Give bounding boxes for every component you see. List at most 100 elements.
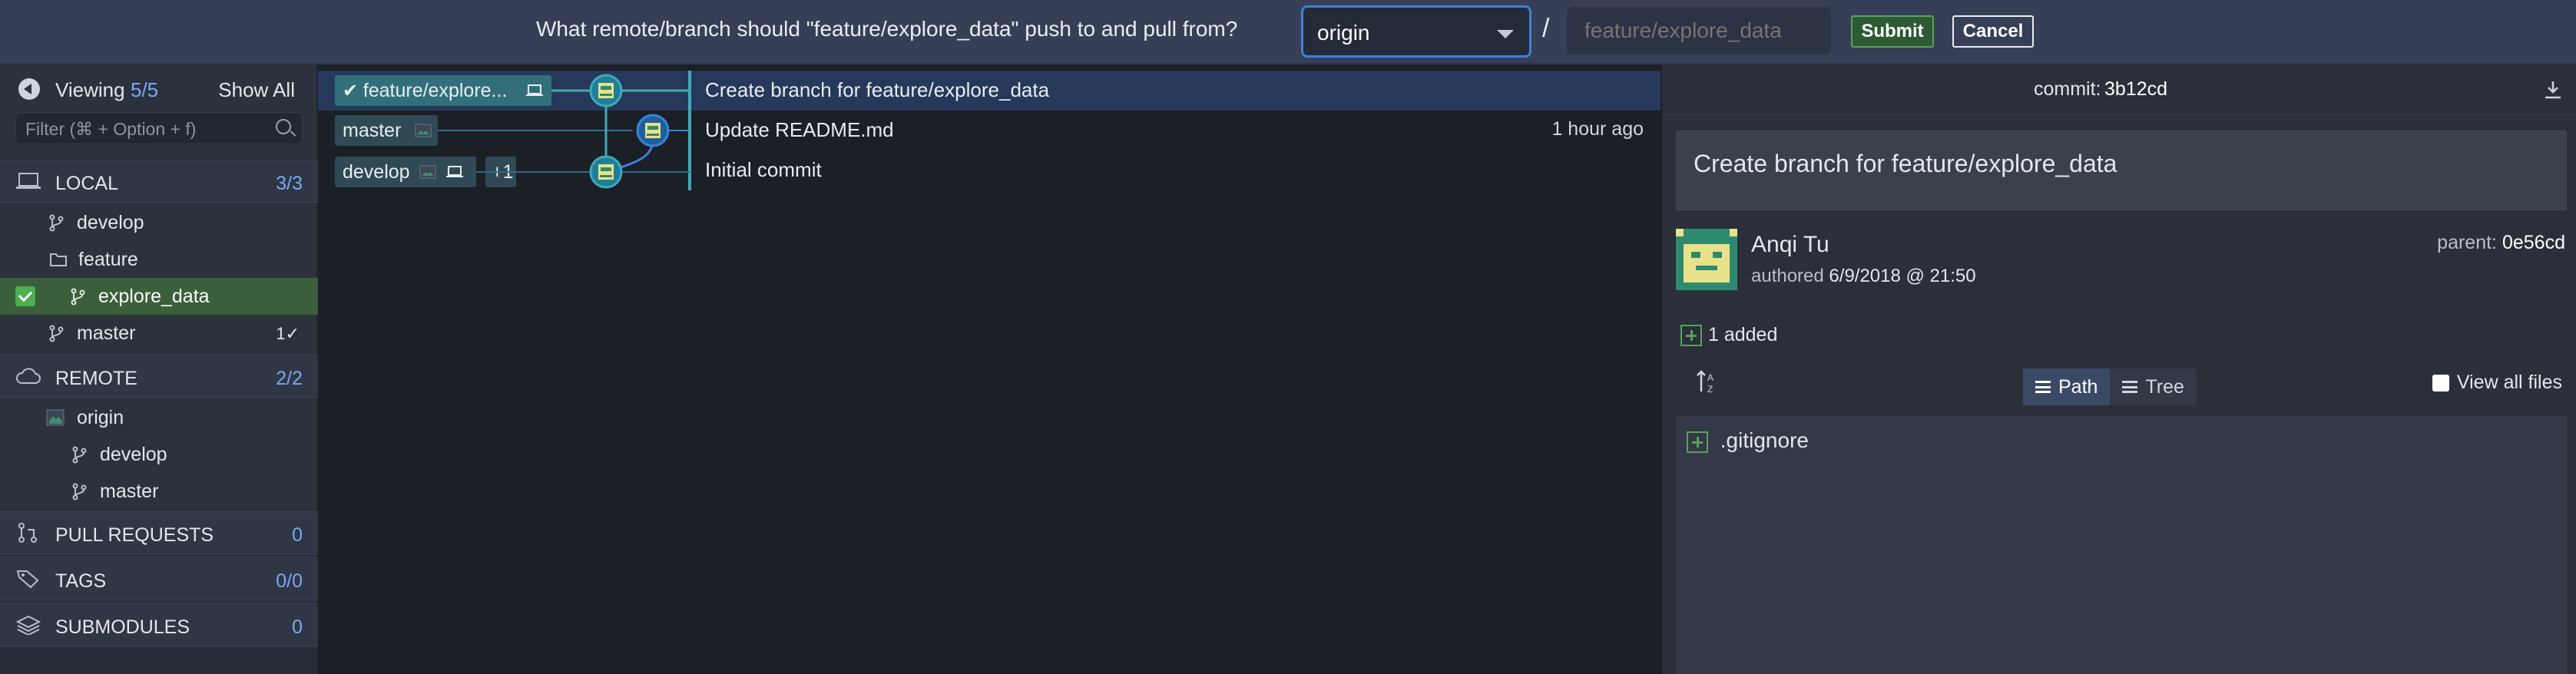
commit-message: Create branch for feature/explore_data <box>705 78 1050 101</box>
files-added-summary: 1 added <box>1680 324 1778 347</box>
path-view-label: Path <box>2058 376 2098 398</box>
svg-text:A: A <box>1707 372 1713 383</box>
show-all-link[interactable]: Show All <box>218 78 295 102</box>
section-tags-label: TAGS <box>55 570 107 592</box>
sort-az-icon[interactable]: AZ <box>1696 368 1719 396</box>
submit-button[interactable]: Submit <box>1851 15 1934 48</box>
commit-message: Initial commit <box>705 158 822 181</box>
left-sidebar: Viewing 5/5 Show All Filter (⌘ + Option … <box>0 64 318 674</box>
commit-time: 1 hour ago <box>1551 118 1644 140</box>
branch-name-input[interactable] <box>1567 7 1831 55</box>
commit-node-avatar <box>589 74 623 107</box>
file-item[interactable]: .gitignore <box>1687 428 1809 453</box>
local-branch-label: develop <box>77 212 144 233</box>
local-branch-master[interactable]: master 1✓ <box>0 315 318 352</box>
section-remote[interactable]: REMOTE 2/2 <box>0 355 318 398</box>
tree-list-icon <box>2122 381 2138 393</box>
section-submodules-label: SUBMODULES <box>55 616 190 638</box>
section-submodules-count: 0 <box>292 616 303 638</box>
remote-branch-master[interactable]: master <box>0 473 318 510</box>
section-remote-label: REMOTE <box>55 368 137 389</box>
parent-line: parent: 0e56cd <box>2437 232 2565 254</box>
push-prompt-question: What remote/branch should "feature/explo… <box>536 17 1238 41</box>
section-remote-count: 2/2 <box>276 368 303 389</box>
chevron-down-icon <box>1497 30 1514 38</box>
remote-select-value: origin <box>1317 21 1370 45</box>
parent-sha[interactable]: 0e56cd <box>2502 232 2565 253</box>
tag-icon <box>16 570 39 589</box>
commit-node-avatar <box>636 114 670 147</box>
svg-text:Z: Z <box>1707 384 1713 395</box>
view-all-checkbox[interactable] <box>2432 375 2449 392</box>
filter-placeholder: Filter (⌘ + Option + f) <box>25 119 197 139</box>
remote-select[interactable]: origin <box>1301 5 1531 58</box>
section-local-label: LOCAL <box>55 173 118 194</box>
section-tags[interactable]: TAGS 0/0 <box>0 557 318 600</box>
collapse-sidebar-icon[interactable] <box>18 78 40 100</box>
filter-input[interactable]: Filter (⌘ + Option + f) <box>15 112 303 144</box>
branch-icon <box>72 446 87 464</box>
list-icon <box>2035 381 2051 393</box>
download-icon[interactable] <box>2544 80 2562 100</box>
cancel-button[interactable]: Cancel <box>1952 15 2034 48</box>
layers-icon <box>15 615 41 635</box>
section-submodules[interactable]: SUBMODULES 0 <box>0 603 318 646</box>
author-avatar <box>1676 229 1737 290</box>
branch-icon <box>72 483 87 501</box>
viewing-label: Viewing <box>55 78 125 101</box>
files-added-count: 1 added <box>1708 324 1778 345</box>
viewing-header: Viewing 5/5 Show All <box>0 64 318 104</box>
commit-label: commit: <box>2034 78 2101 100</box>
section-pull-requests-label: PULL REQUESTS <box>55 524 214 546</box>
view-all-files-toggle[interactable]: View all files <box>2432 372 2562 394</box>
laptop-icon <box>16 173 41 189</box>
tree-view-button[interactable]: Tree <box>2110 368 2197 405</box>
authored-label: authored <box>1751 266 1824 286</box>
pull-request-icon <box>18 523 37 543</box>
local-branch-develop[interactable]: develop <box>0 204 318 241</box>
authored-line: authored 6/9/2018 @ 21:50 <box>1751 266 1976 287</box>
authored-date: 6/9/2018 @ 21:50 <box>1829 266 1976 286</box>
changed-files-list: .gitignore <box>1676 416 2567 674</box>
commit-node-avatar <box>589 155 623 189</box>
local-branch-label: master <box>77 322 136 344</box>
remote-branch-label: develop <box>100 444 167 465</box>
viewing-count: 5/5 <box>131 78 159 101</box>
remote-origin-label: origin <box>77 407 124 428</box>
view-all-label: View all files <box>2456 372 2562 393</box>
graph-edges <box>438 74 690 189</box>
search-icon <box>276 119 291 134</box>
commit-sha[interactable]: 3b12cd <box>2104 78 2167 101</box>
section-local[interactable]: LOCAL 3/3 <box>0 160 318 203</box>
commit-header: commit: 3b12cd <box>1662 64 2576 115</box>
folder-icon <box>50 253 67 266</box>
section-local-count: 3/3 <box>276 173 303 194</box>
push-prompt-bar: What remote/branch should "feature/explo… <box>0 0 2576 64</box>
branch-icon <box>71 288 85 306</box>
local-folder-feature[interactable]: feature <box>0 241 318 278</box>
local-branch-label: explore_data <box>98 286 210 307</box>
tree-view-label: Tree <box>2145 376 2184 398</box>
file-view-toggle: Path Tree <box>2023 368 2197 405</box>
commit-summary[interactable]: Create branch for feature/explore_data <box>1676 131 2567 210</box>
remote-branch-label: master <box>100 481 159 502</box>
remote-branch-develop[interactable]: develop <box>0 436 318 473</box>
cloud-icon <box>16 368 41 384</box>
added-file-icon <box>1680 325 1702 347</box>
remote-avatar-icon <box>46 409 65 426</box>
section-pull-requests[interactable]: PULL REQUESTS 0 <box>0 511 318 554</box>
remote-branch-separator: / <box>1542 14 1550 43</box>
section-pull-requests-count: 0 <box>292 524 303 546</box>
commit-message: Update README.md <box>705 118 894 141</box>
branch-icon <box>49 214 64 232</box>
file-name: .gitignore <box>1720 428 1809 452</box>
local-branch-explore-data[interactable]: explore_data <box>0 278 318 315</box>
ahead-behind-badge: 1✓ <box>276 324 300 343</box>
commit-details-panel: commit: 3b12cd Create branch for feature… <box>1660 64 2576 674</box>
branch-icon <box>49 325 64 342</box>
sidebar-footer <box>0 648 318 674</box>
remote-origin[interactable]: origin <box>0 399 318 436</box>
commit-graph: ✔ feature/explore... Create branch for f… <box>318 64 1660 674</box>
parent-label: parent: <box>2437 232 2498 253</box>
path-view-button[interactable]: Path <box>2023 368 2111 405</box>
